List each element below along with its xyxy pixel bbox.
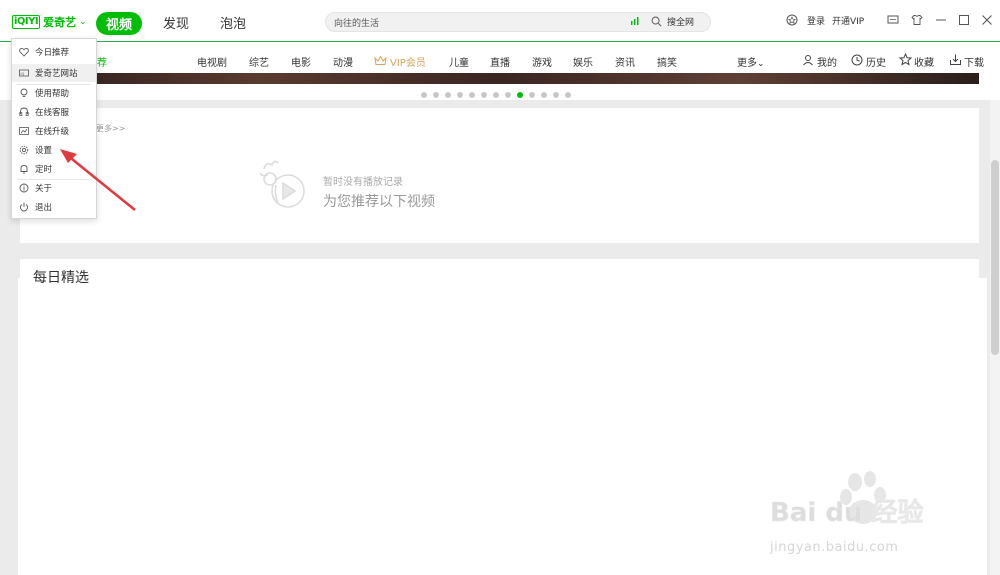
carousel-dot[interactable] (481, 92, 487, 98)
carousel-dot[interactable] (469, 92, 475, 98)
menu-item-label: 在线升级 (35, 127, 70, 137)
carousel-dots (421, 92, 571, 100)
carousel-dot[interactable] (505, 92, 511, 98)
download-link[interactable]: 下载 (964, 54, 984, 69)
carousel-dot[interactable] (445, 92, 451, 98)
headset-icon (19, 107, 29, 116)
history-clock-icon (851, 54, 863, 66)
iqiyi-logo-icon: iQIYI (12, 15, 41, 29)
menu-item-online-service[interactable]: 在线客服 (12, 103, 96, 121)
category-anime[interactable]: 动漫 (333, 54, 353, 69)
category-games[interactable]: 游戏 (532, 54, 552, 69)
open-vip-link[interactable]: 开通VIP (832, 14, 864, 27)
watermark-brand: Bai du 经验 (770, 497, 924, 525)
annotation-arrow-icon (60, 149, 136, 211)
menu-item-label: 今日推荐 (35, 48, 70, 58)
search-icon[interactable] (651, 16, 662, 27)
carousel-dot[interactable] (457, 92, 463, 98)
menu-item-today-recommend[interactable]: 今日推荐 (12, 43, 96, 61)
carousel-dot[interactable] (553, 92, 559, 98)
category-tv[interactable]: 电视剧 (197, 54, 227, 69)
website-icon: iQ (19, 69, 29, 77)
menu-item-label: 爱奇艺网站 (35, 69, 78, 79)
svg-text:iQ: iQ (21, 72, 25, 76)
category-more[interactable]: 更多⌄ (737, 54, 765, 69)
search-bar: 搜全网 (325, 12, 711, 32)
carousel-dot[interactable] (433, 92, 439, 98)
download-icon (950, 54, 961, 65)
empty-history-mascot-icon (259, 160, 305, 208)
trending-icon[interactable] (630, 16, 640, 26)
baidu-wordmark-watermark: Bai du 经验 (770, 497, 924, 525)
heart-icon (19, 47, 29, 57)
message-icon[interactable] (887, 14, 899, 26)
app-logo-menu[interactable]: iQIYI 爱奇艺 ⌄ (12, 13, 87, 31)
menu-item-website[interactable]: iQ 爱奇艺网站 (12, 64, 96, 82)
menu-item-help[interactable]: 使用帮助 (12, 84, 96, 102)
close-icon[interactable] (981, 14, 993, 26)
history-more-link[interactable]: 更多>> (96, 123, 125, 134)
menu-item-label: 定时 (35, 165, 53, 175)
category-kids[interactable]: 儿童 (449, 54, 469, 69)
vip-star-icon[interactable] (786, 14, 798, 26)
carousel-dot[interactable] (493, 92, 499, 98)
bell-icon (20, 165, 28, 174)
search-input[interactable] (334, 14, 614, 30)
info-icon (19, 183, 29, 193)
category-vip[interactable]: VIP会员 (390, 54, 426, 69)
history-card (20, 108, 979, 243)
category-funny[interactable]: 搞笑 (657, 54, 677, 69)
menu-item-label: 退出 (35, 203, 53, 213)
banner-image[interactable] (20, 73, 979, 84)
menu-item-label: 设置 (35, 146, 53, 156)
minimize-icon[interactable] (935, 14, 947, 26)
power-icon (19, 202, 29, 212)
chevron-down-icon: ⌄ (79, 17, 87, 27)
carousel-dot[interactable] (517, 92, 523, 98)
carousel-dot[interactable] (529, 92, 535, 98)
category-live[interactable]: 直播 (490, 54, 510, 69)
tab-discover[interactable]: 发现 (163, 13, 189, 32)
tab-video[interactable]: 视频 (96, 12, 143, 35)
menu-item-label: 在线客服 (35, 108, 70, 118)
menu-item-label: 关于 (35, 184, 53, 194)
star-icon (899, 53, 912, 66)
carousel-dot[interactable] (565, 92, 571, 98)
carousel-dot[interactable] (541, 92, 547, 98)
category-recommend-peek[interactable]: 荐 (97, 54, 107, 69)
login-link[interactable]: 登录 (807, 14, 825, 27)
skin-shirt-icon[interactable] (911, 14, 923, 26)
category-more-label: 更多 (737, 58, 757, 69)
recommend-heading: 为您推荐以下视频 (323, 194, 435, 210)
category-movie[interactable]: 电影 (291, 54, 311, 69)
favorites-link[interactable]: 收藏 (914, 54, 934, 69)
menu-item-label: 使用帮助 (35, 89, 70, 99)
scrollbar-thumb[interactable] (991, 160, 999, 355)
search-all-button[interactable]: 搜全网 (667, 15, 694, 28)
category-entertainment[interactable]: 娱乐 (573, 54, 593, 69)
gear-icon (19, 145, 29, 155)
watermark-url: jingyan.baidu.com (770, 540, 899, 555)
category-news[interactable]: 资讯 (615, 54, 635, 69)
history-link[interactable]: 历史 (866, 54, 886, 69)
app-logo-text: 爱奇艺 (43, 16, 77, 29)
tab-paopao[interactable]: 泡泡 (220, 13, 246, 32)
maximize-icon[interactable] (958, 14, 970, 26)
daily-picks-title: 每日精选 (33, 270, 89, 286)
carousel-dot[interactable] (421, 92, 427, 98)
vip-crown-icon (374, 55, 387, 65)
empty-history-text: 暂时没有播放记录 (323, 177, 403, 188)
category-variety[interactable]: 综艺 (249, 54, 269, 69)
my-link[interactable]: 我的 (817, 54, 837, 69)
menu-item-online-upgrade[interactable]: 在线升级 (12, 122, 96, 140)
chevron-down-icon: ⌄ (757, 59, 765, 69)
upgrade-icon (19, 127, 29, 135)
lightbulb-icon (20, 88, 28, 97)
user-icon (803, 55, 813, 66)
